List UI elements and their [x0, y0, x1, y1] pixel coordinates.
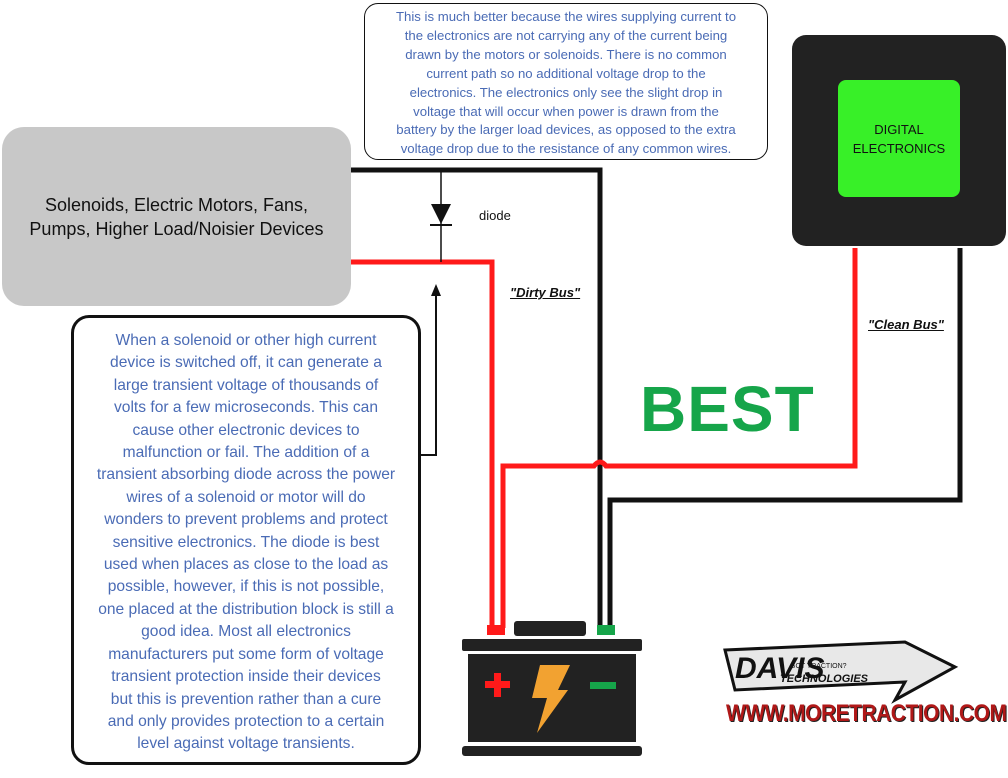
- diode-symbol: [430, 172, 452, 262]
- note-line: current path so no additional voltage dr…: [426, 65, 706, 81]
- note-line: voltage drop due to the resistance of an…: [400, 141, 732, 157]
- callout-arrow: [421, 284, 441, 456]
- top-explanation-note: This is much better because the wires su…: [364, 3, 768, 160]
- note-line: the electronics are not carrying any of …: [404, 27, 728, 43]
- note-line: one placed at the distribution block is …: [98, 600, 394, 618]
- note-line: volts for a few microseconds. This can: [113, 399, 379, 417]
- note-line: transient absorbing diode across the pow…: [96, 466, 396, 484]
- note-line: device is switched off, it can generate …: [110, 354, 382, 372]
- note-line: used when places as close to the load as: [103, 556, 389, 574]
- best-label: BEST: [640, 373, 815, 445]
- note-line: sensitive electronics. The diode is best: [112, 533, 380, 551]
- diode-label: diode: [479, 208, 511, 223]
- website-url: WWW.MORETRACTION.COM: [726, 700, 1007, 727]
- note-line: wonders to prevent problems and protect: [104, 511, 388, 529]
- note-line: and only provides protection to a certai…: [107, 712, 385, 730]
- note-line: manufacturers put some form of voltage: [108, 645, 384, 663]
- clean-bus-label: "Clean Bus": [868, 317, 944, 332]
- note-line: voltage that will occur when power is dr…: [413, 103, 719, 119]
- note-line: transient protection inside their device…: [111, 668, 381, 686]
- load-box-line: Solenoids, Electric Motors, Fans,: [44, 194, 309, 215]
- minus-sign-icon: [590, 682, 616, 689]
- note-line: large transient voltage of thousands of: [113, 376, 379, 394]
- note-line: When a solenoid or other high current: [115, 332, 377, 349]
- note-line: level against voltage transients.: [137, 735, 355, 753]
- note-line: but this is prevention rather than a cur…: [110, 690, 382, 708]
- digital-box-line: ELECTRONICS: [852, 140, 946, 156]
- note-line: possible, however, if this is not possib…: [107, 578, 385, 596]
- note-line: cause other electronic devices to: [132, 421, 360, 439]
- svg-text:GOT TRACTION?: GOT TRACTION?: [790, 663, 847, 670]
- note-line: good idea. Most all electronics: [141, 623, 351, 641]
- load-box-line: Pumps, Higher Load/Noisier Devices: [29, 218, 324, 239]
- davis-technologies-logo: DAVIS GOT TRACTION? TECHNOLOGIES: [723, 640, 959, 704]
- note-line: battery by the larger load devices, as o…: [396, 122, 736, 138]
- svg-text:TECHNOLOGIES: TECHNOLOGIES: [780, 673, 869, 685]
- note-line: wires of a solenoid or motor will do: [126, 488, 366, 506]
- note-line: malfunction or fail. The addition of a: [122, 444, 370, 462]
- note-line: electronics. The electronics only see th…: [409, 84, 723, 100]
- load-devices-box: Solenoids, Electric Motors, Fans, Pumps,…: [2, 127, 351, 306]
- note-line: This is much better because the wires su…: [395, 9, 737, 24]
- diode-explanation-note: When a solenoid or other high current de…: [71, 315, 421, 765]
- digital-box-line: DIGITAL: [874, 121, 924, 137]
- note-line: drawn by the motors or solenoids. There …: [405, 46, 727, 62]
- digital-electronics-box: DIGITAL ELECTRONICS: [838, 80, 960, 197]
- dirty-bus-label: "Dirty Bus": [510, 285, 581, 300]
- battery: [462, 621, 642, 756]
